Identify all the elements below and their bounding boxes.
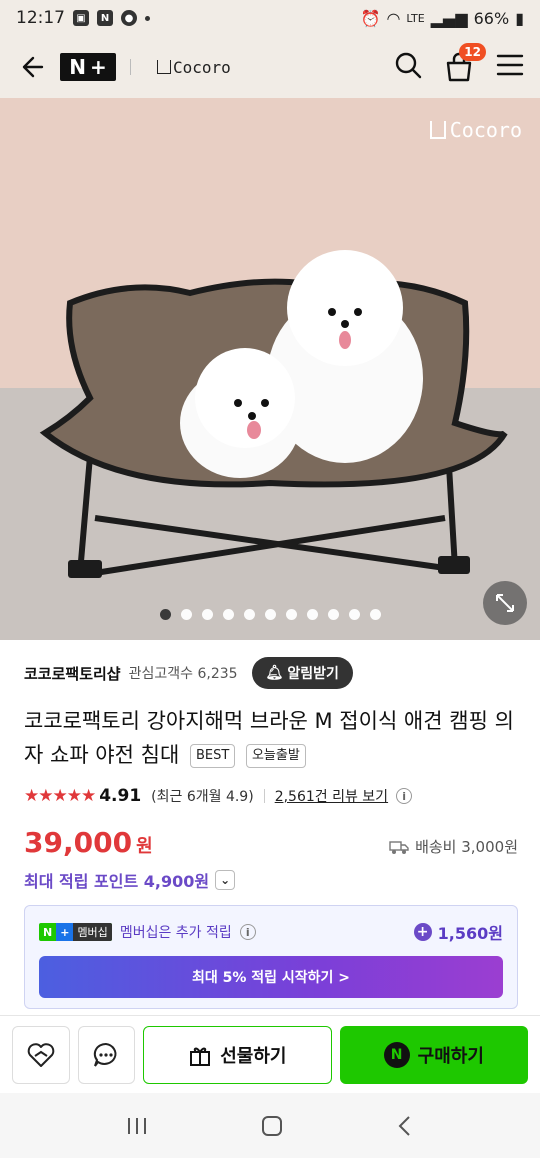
search-button[interactable]: [394, 51, 422, 83]
gift-icon: [190, 1047, 211, 1066]
alarm-subscribe-button[interactable]: 🔔︎ 알림받기: [251, 657, 353, 689]
back-arrow-icon: [22, 56, 44, 78]
price-value: 39,000: [24, 826, 133, 859]
alarm-label: 알림받기: [287, 666, 339, 682]
gift-button[interactable]: 선물하기: [143, 1025, 332, 1084]
carousel-dot[interactable]: [348, 609, 360, 620]
membership-text: 멤버십은 추가 적립: [119, 925, 232, 941]
carousel-dot[interactable]: [306, 609, 318, 620]
talk-button[interactable]: [77, 1025, 136, 1084]
alarm-icon: ⏰: [360, 8, 381, 28]
carousel-dot[interactable]: [285, 609, 297, 620]
max-points[interactable]: 최대 적립 포인트 4,900원 ⌄: [24, 868, 236, 892]
reward-value: 1,560원: [437, 924, 503, 943]
bell-plus-icon: 🔔︎: [265, 665, 284, 681]
membership-box: N + 멤버십 멤버십은 추가 적립 i + 1,560원 최대 5% 적립 시…: [24, 905, 518, 1009]
badge-n: N: [43, 925, 53, 939]
battery-level: 66%: [473, 8, 510, 28]
carousel-dot[interactable]: [201, 609, 213, 620]
recent-rating: (최근 6개월 4.9): [151, 789, 254, 805]
buy-label: 구매하기: [417, 1045, 484, 1067]
status-bar: 12:17 ▣ N ● ⏰ ◠ LTE ▂▄▆ 66% ▮: [0, 0, 540, 36]
naver-notification-icon: N: [97, 10, 113, 26]
hamburger-menu-icon: [496, 54, 524, 76]
price-currency: 원: [136, 836, 153, 857]
header-divider: [130, 59, 131, 75]
carousel-dot[interactable]: [180, 609, 192, 620]
wishlist-button[interactable]: [12, 1025, 70, 1084]
rating-row: ★★★★★ 4.91 (최근 6개월 4.9) 2,561건 리뷰 보기 i: [24, 786, 413, 806]
back-button[interactable]: [16, 51, 48, 83]
status-time: 12:17: [16, 8, 65, 28]
rating-divider: [263, 789, 265, 803]
rating-stars-icon: ★★★★★: [24, 786, 96, 806]
home-button[interactable]: [260, 1114, 284, 1138]
carousel-dot[interactable]: [369, 609, 381, 620]
bottom-action-bar: 선물하기 N 구매하기: [0, 1015, 540, 1093]
points-text: 최대 적립 포인트 4,900원: [24, 872, 210, 891]
carousel-indicators[interactable]: [0, 609, 540, 620]
store-brand-link[interactable]: Cocoro: [157, 58, 231, 77]
gift-label: 선물하기: [220, 1045, 287, 1067]
badge-text: 멤버십: [73, 923, 112, 941]
naver-pay-icon: N: [383, 1041, 410, 1068]
carousel-dot[interactable]: [222, 609, 234, 620]
best-tag: BEST: [189, 744, 236, 768]
cart-count-badge: 12: [459, 43, 486, 61]
search-icon: [395, 52, 422, 79]
expand-image-button[interactable]: [483, 581, 527, 625]
shop-name[interactable]: 코코로팩토리샵: [24, 663, 121, 684]
top-header: N + Cocoro 12: [0, 36, 540, 98]
signal-icon: ▂▄▆: [430, 8, 468, 28]
product-image-carousel[interactable]: Cocoro: [0, 98, 540, 640]
plus-icon: +: [413, 923, 432, 941]
shop-followers: 관심고객수 6,235: [128, 666, 238, 682]
price: 39,000 원: [24, 826, 153, 859]
membership-info-icon[interactable]: i: [239, 924, 256, 940]
membership-start-button[interactable]: 최대 5% 적립 시작하기 >: [39, 956, 503, 998]
watermark-text: Cocoro: [449, 118, 522, 142]
brand-logo-icon: [157, 60, 171, 74]
brand-name: Cocoro: [173, 57, 231, 77]
shipping-fee: 배송비 3,000원: [389, 836, 518, 857]
expand-icon: [496, 594, 514, 612]
back-nav-button[interactable]: [395, 1114, 415, 1138]
cart-button[interactable]: 12: [444, 43, 486, 83]
membership-cta-label: 최대 5% 적립 시작하기 >: [191, 970, 351, 986]
shop-info: 코코로팩토리샵 관심고객수 6,235 🔔︎ 알림받기: [24, 656, 516, 690]
app-notification-icon: ●: [121, 10, 137, 26]
today-shipping-tag: 오늘출발: [245, 744, 306, 768]
watermark-logo-icon: [429, 121, 446, 139]
chat-bubble-icon: [94, 1042, 117, 1067]
buy-button[interactable]: N 구매하기: [339, 1025, 529, 1084]
badge-plus: +: [56, 923, 74, 941]
naver-membership-badge: N + 멤버십: [39, 923, 112, 941]
carousel-dot[interactable]: [327, 609, 339, 620]
naver-plus-logo[interactable]: N +: [60, 53, 116, 81]
recent-apps-button[interactable]: [125, 1116, 149, 1136]
menu-button[interactable]: [496, 53, 524, 81]
more-notifications-icon: [145, 15, 150, 21]
network-label: LTE: [406, 11, 425, 25]
rating-score: 4.91: [99, 786, 142, 806]
system-navigation-bar: [0, 1093, 540, 1158]
gallery-notification-icon: ▣: [73, 10, 89, 26]
heart-icon: [27, 1042, 55, 1067]
product-title: 코코로팩토리 강아지해먹 브라운 M 접이식 애견 캠핑 의자 쇼파 야전 침대…: [24, 704, 518, 772]
truck-icon: [389, 840, 409, 854]
product-photo: [0, 98, 540, 640]
review-link[interactable]: 2,561건 리뷰 보기: [275, 786, 388, 806]
shipping-text: 배송비 3,000원: [415, 838, 518, 856]
info-icon[interactable]: i: [396, 788, 413, 804]
carousel-dot[interactable]: [159, 609, 171, 620]
carousel-dot[interactable]: [264, 609, 276, 620]
membership-reward: + 1,560원: [413, 920, 503, 944]
wifi-icon: ◠: [386, 8, 401, 28]
carousel-dot[interactable]: [243, 609, 255, 620]
chevron-down-icon[interactable]: ⌄: [215, 870, 236, 890]
hero-watermark: Cocoro: [429, 118, 522, 142]
battery-icon: ▮: [515, 8, 524, 28]
